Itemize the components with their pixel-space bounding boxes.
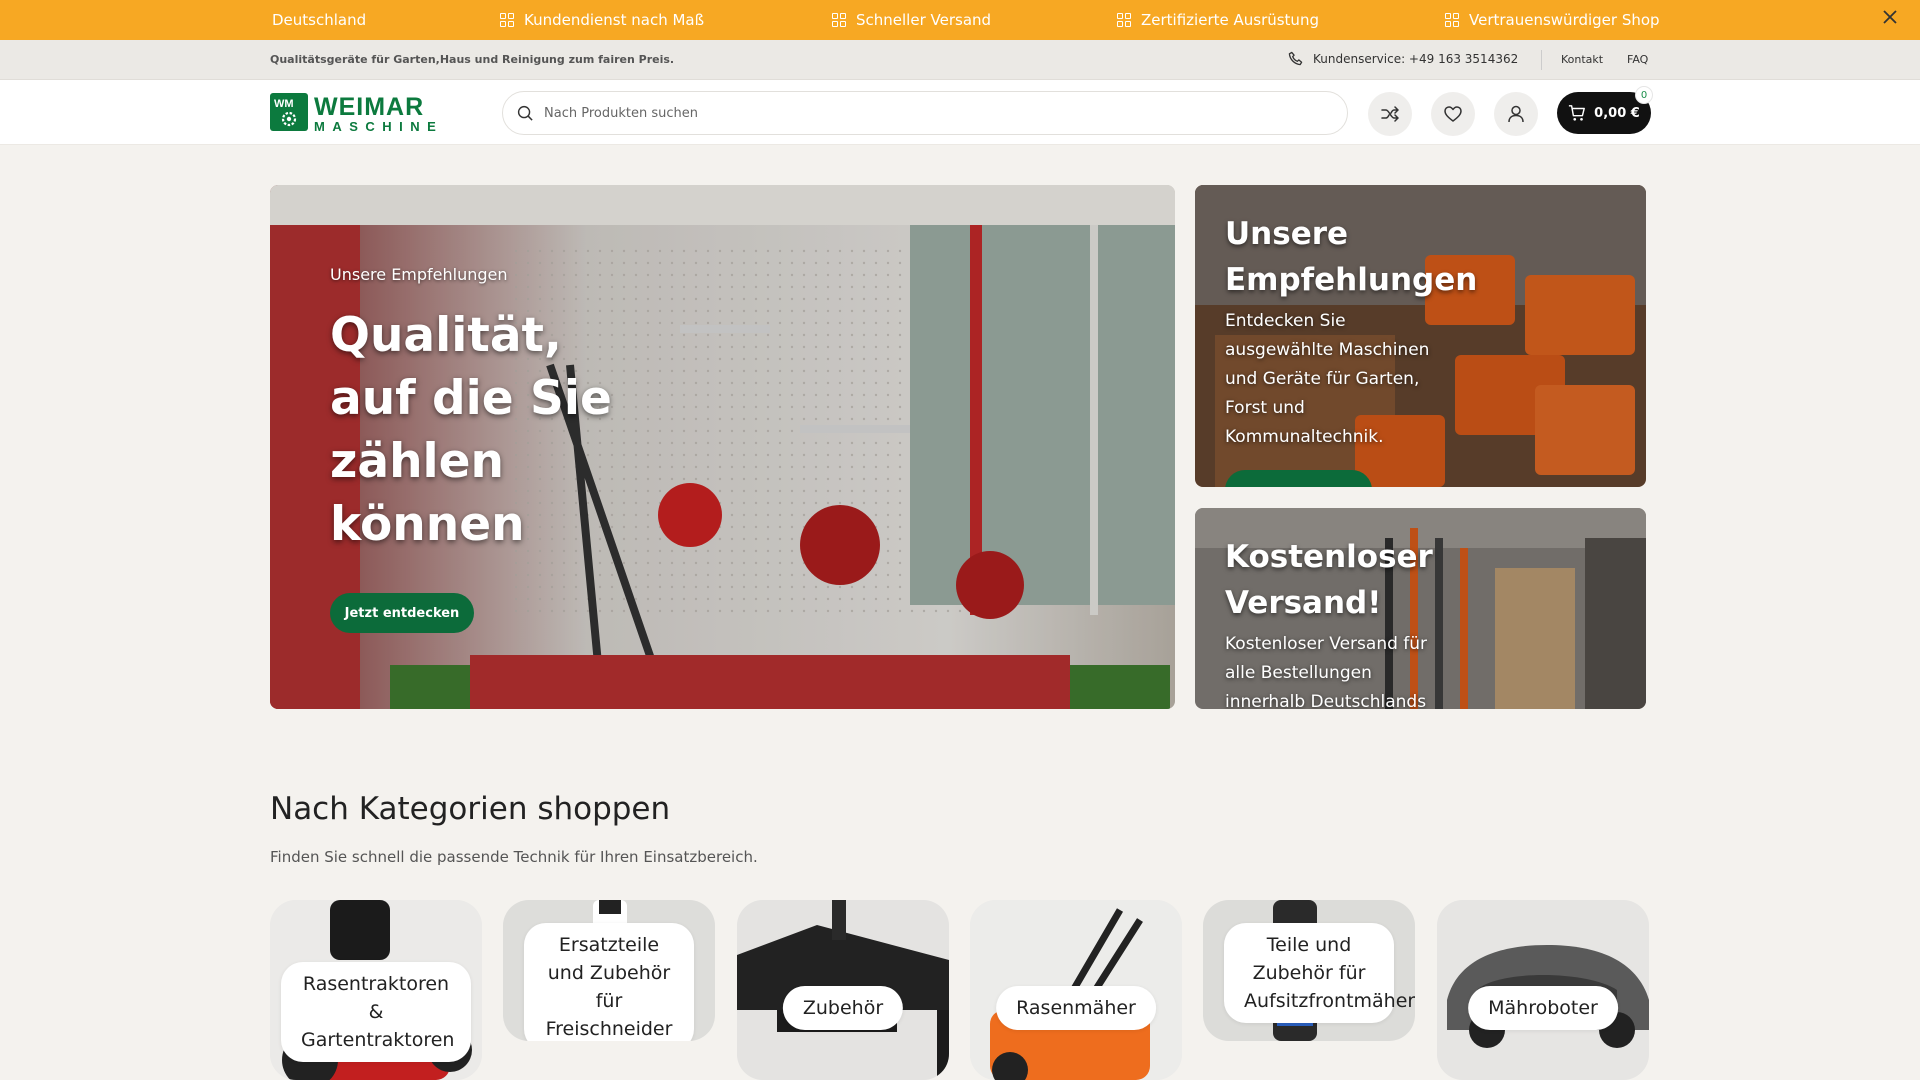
top-info-bar: Qualitätsgeräte für Garten,Haus und Rein… [0, 40, 1920, 80]
announcement-text: Kundendienst nach Maß [524, 11, 705, 29]
category-tile[interactable]: Zubehör [737, 900, 949, 1080]
promo-button[interactable] [1225, 470, 1372, 487]
category-label: Rasentraktoren & Gartentraktoren [281, 962, 471, 1062]
wishlist-button[interactable] [1431, 92, 1475, 136]
phone-label: Kundenservice: +49 163 3514362 [1313, 51, 1519, 66]
category-tile[interactable]: Mähroboter [1437, 900, 1649, 1080]
hero-cta-button[interactable]: Jetzt entdecken [330, 593, 474, 633]
customer-service[interactable]: Kundenservice: +49 163 3514362 [1288, 51, 1518, 66]
tagline: Qualitätsgeräte für Garten,Haus und Rein… [270, 53, 675, 66]
weimar-maschine-logo[interactable]: WM WEIMAR MASCHINE [270, 93, 476, 133]
announcement-text: Schneller Versand [856, 11, 992, 29]
category-tile[interactable]: Rasenmäher [970, 900, 1182, 1080]
promo-title: Unsere Empfehlungen [1225, 216, 1478, 298]
category-tile[interactable]: Ersatzteile und Zubehör für Freischneide… [503, 900, 715, 1041]
grid-icon [1117, 13, 1131, 27]
grid-icon [1445, 13, 1459, 27]
category-label: Rasenmäher [996, 986, 1156, 1030]
category-label: Ersatzteile und Zubehör für Freischneide… [524, 923, 694, 1041]
hero-text: Unsere Empfehlungen Qualität, auf die Si… [330, 265, 660, 556]
cart-count-badge: 0 [1635, 86, 1653, 104]
promo-text: Kostenloser Versand! Kostenloser Versand… [1225, 534, 1450, 709]
cart-icon [1569, 105, 1586, 121]
category-label: Zubehör [782, 986, 904, 1030]
heart-icon [1444, 106, 1462, 122]
promo-description: Kostenloser Versand für alle Bestellunge… [1225, 634, 1428, 709]
cart-total: 0,00 € [1594, 105, 1640, 121]
announcement-text: Vertrauenswürdiger Shop [1469, 11, 1660, 29]
shuffle-icon [1381, 106, 1399, 122]
promo-text: Unsere Empfehlungen Entdecken Sie ausgew… [1225, 211, 1478, 452]
search-bar [502, 91, 1348, 135]
category-label: Mähroboter [1468, 986, 1618, 1030]
category-tile[interactable]: Rasentraktoren & Gartentraktoren [270, 900, 482, 1080]
faq-link[interactable]: FAQ [1627, 53, 1648, 66]
close-icon[interactable] [1878, 8, 1902, 32]
promo-title: Kostenloser Versand! [1225, 539, 1433, 621]
site-header: WM WEIMAR MASCHINE 0,00 € 0 [0, 80, 1920, 145]
promo-description: Entdecken Sie ausgewählte Maschinen und … [1225, 311, 1430, 447]
search-input[interactable] [544, 105, 1304, 121]
categories-subtitle: Finden Sie schnell die passende Technik … [270, 848, 758, 866]
category-tile[interactable]: Teile und Zubehör für Aufsitzfrontmäher [1203, 900, 1415, 1041]
account-button[interactable] [1494, 92, 1538, 136]
grid-icon [500, 13, 514, 27]
user-icon [1508, 105, 1524, 123]
category-label: Teile und Zubehör für Aufsitzfrontmäher [1224, 923, 1415, 1023]
categories-title: Nach Kategorien shoppen [270, 791, 671, 827]
logo-line2: MASCHINE [314, 119, 443, 133]
promo-card-recommendations[interactable]: Unsere Empfehlungen Entdecken Sie ausgew… [1195, 185, 1646, 487]
announcement-text: Zertifizierte Ausrüstung [1141, 11, 1319, 29]
announcement-item: Vertrauenswürdiger Shop [1445, 0, 1660, 40]
hero-title: Qualität, auf die Sie zählen können [330, 308, 612, 552]
hero-banner: Unsere Empfehlungen Qualität, auf die Si… [270, 185, 1175, 709]
announcement-item: Kundendienst nach Maß [500, 0, 704, 40]
divider [1541, 50, 1542, 70]
compare-button[interactable] [1368, 92, 1412, 136]
cart-button[interactable]: 0,00 € 0 [1557, 86, 1653, 134]
announcement-item: Deutschland [272, 0, 366, 40]
phone-icon [1288, 51, 1303, 66]
announcement-item: Schneller Versand [832, 0, 991, 40]
grid-icon [832, 13, 846, 27]
logo-badge-text: WM [274, 98, 294, 110]
announcement-bar: Deutschland Kundendienst nach Maß Schnel… [0, 0, 1920, 40]
contact-link[interactable]: Kontakt [1561, 53, 1603, 66]
logo-line1: WEIMAR [314, 93, 424, 121]
hero-subtitle: Unsere Empfehlungen [330, 265, 508, 284]
promo-card-free-shipping[interactable]: Kostenloser Versand! Kostenloser Versand… [1195, 508, 1646, 709]
search-icon [517, 105, 533, 121]
announcement-item: Zertifizierte Ausrüstung [1117, 0, 1319, 40]
announcement-text: Deutschland [272, 11, 367, 29]
